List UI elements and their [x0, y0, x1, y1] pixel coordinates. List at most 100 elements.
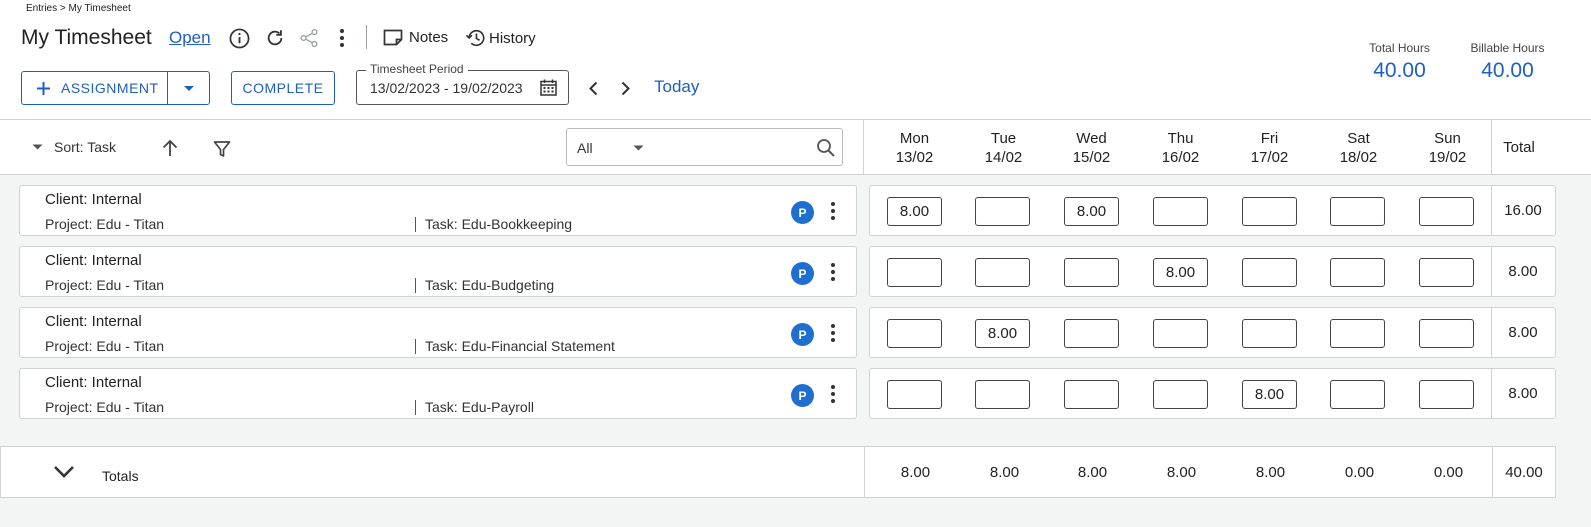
search-icon[interactable]	[816, 138, 836, 158]
next-period-button[interactable]	[616, 78, 634, 98]
hours-row	[869, 368, 1491, 419]
row-more-options-icon[interactable]	[830, 201, 836, 221]
hours-input-sun[interactable]	[1419, 258, 1474, 287]
project-label: Project: Edu - Titan	[45, 338, 165, 354]
project-label: Project: Edu - Titan	[45, 399, 165, 415]
task-label: Task: Edu-Financial Statement	[425, 338, 615, 354]
row-total: 8.00	[1508, 263, 1538, 280]
filter-icon	[213, 141, 231, 157]
timesheet-period-legend: Timesheet Period	[366, 62, 468, 76]
hours-input-thu[interactable]	[1153, 319, 1208, 348]
share-icon[interactable]	[298, 27, 320, 49]
hours-input-sat[interactable]	[1330, 197, 1385, 226]
row-total: 8.00	[1508, 324, 1538, 341]
notes-button[interactable]: Notes	[383, 28, 448, 46]
hours-input-mon[interactable]	[887, 197, 942, 226]
total-hours-value: 40.00	[1373, 59, 1426, 82]
status-badge[interactable]: P	[791, 323, 814, 346]
hours-input-sun[interactable]	[1419, 380, 1474, 409]
hours-input-wed[interactable]	[1064, 319, 1119, 348]
add-assignment-button[interactable]: ASSIGNMENT	[22, 72, 168, 104]
day-header-mon: Mon 13/02	[895, 130, 934, 166]
sort-dropdown[interactable]: Sort: Task	[32, 139, 116, 155]
refresh-icon[interactable]	[264, 27, 286, 49]
billable-hours-value: 40.00	[1481, 59, 1534, 82]
hours-input-tue[interactable]	[975, 319, 1030, 348]
hours-input-sun[interactable]	[1419, 319, 1474, 348]
task-row[interactable]: Client: Internal Project: Edu - Titan Task…	[19, 368, 857, 419]
hours-input-fri[interactable]	[1242, 380, 1297, 409]
billable-hours-summary: Billable Hours 40.00	[1459, 41, 1556, 83]
hours-input-fri[interactable]	[1242, 258, 1297, 287]
hours-input-tue[interactable]	[975, 258, 1030, 287]
toolbar-divider	[366, 25, 367, 49]
row-more-options-icon[interactable]	[830, 384, 836, 404]
today-button[interactable]: Today	[654, 77, 699, 97]
assignment-dropdown-button[interactable]	[168, 72, 209, 104]
hours-input-fri[interactable]	[1242, 197, 1297, 226]
hours-input-sat[interactable]	[1330, 258, 1385, 287]
row-separator	[415, 400, 416, 415]
more-options-icon[interactable]	[334, 27, 350, 49]
hours-input-thu[interactable]	[1153, 197, 1208, 226]
page-title: My Timesheet	[21, 26, 152, 49]
hours-input-thu[interactable]	[1153, 258, 1208, 287]
timesheet-column-header: Sort: Task All Mon 13/02 Tue 14/02 Wed 15/0…	[0, 120, 1591, 175]
hours-input-sat[interactable]	[1330, 380, 1385, 409]
total-column-header: Total	[1503, 139, 1535, 156]
status-link[interactable]: Open	[169, 28, 211, 48]
hours-input-mon[interactable]	[887, 319, 942, 348]
complete-button[interactable]: COMPLETE	[231, 71, 335, 105]
totals-row: Totals 8.00 8.00 8.00 8.00 8.00 0.00 0.0…	[0, 446, 1556, 498]
day-header-sun: Sun 19/02	[1428, 130, 1467, 166]
hours-input-sun[interactable]	[1419, 197, 1474, 226]
filter-select[interactable]: All	[577, 140, 661, 156]
task-row[interactable]: Client: Internal Project: Edu - Titan Task…	[19, 307, 857, 358]
day-total-mon: 8.00	[900, 464, 931, 481]
hours-input-fri[interactable]	[1242, 319, 1297, 348]
row-total: 8.00	[1508, 385, 1538, 402]
status-badge[interactable]: P	[791, 384, 814, 407]
client-label: Client: Internal	[45, 252, 142, 269]
task-row[interactable]: Client: Internal Project: Edu - Titan Task…	[19, 185, 857, 236]
timesheet-period-field[interactable]: Timesheet Period 13/02/2023 - 19/02/2023	[356, 62, 569, 105]
row-total-cell: 8.00	[1491, 246, 1556, 297]
info-icon[interactable]	[228, 27, 250, 49]
hours-input-wed[interactable]	[1064, 258, 1119, 287]
plus-icon	[37, 81, 50, 95]
task-row[interactable]: Client: Internal Project: Edu - Titan Task…	[19, 246, 857, 297]
row-more-options-icon[interactable]	[830, 262, 836, 282]
row-separator	[415, 217, 416, 232]
day-total-sun: 0.00	[1433, 464, 1464, 481]
hours-input-wed[interactable]	[1064, 197, 1119, 226]
task-label: Task: Edu-Payroll	[425, 399, 534, 415]
breadcrumb: Entries > My Timesheet	[26, 3, 131, 14]
row-more-options-icon[interactable]	[830, 323, 836, 343]
hours-row	[869, 246, 1491, 297]
history-label: History	[489, 29, 536, 47]
hours-input-mon[interactable]	[887, 258, 942, 287]
day-header-fri: Fri 17/02	[1250, 130, 1289, 166]
status-badge[interactable]: P	[791, 201, 814, 224]
hours-input-wed[interactable]	[1064, 380, 1119, 409]
chevron-down-icon[interactable]	[53, 465, 75, 478]
filter-button[interactable]	[212, 139, 232, 159]
caret-down-icon	[633, 145, 644, 151]
timesheet-period-value: 13/02/2023 - 19/02/2023	[370, 80, 523, 96]
hours-input-mon[interactable]	[887, 380, 942, 409]
task-label: Task: Edu-Bookkeeping	[425, 216, 573, 232]
row-total-cell: 8.00	[1491, 307, 1556, 358]
day-header-tue: Tue 14/02	[984, 130, 1023, 166]
day-total-tue: 8.00	[989, 464, 1020, 481]
day-total-sat: 0.00	[1344, 464, 1375, 481]
row-separator	[415, 339, 416, 354]
hours-input-sat[interactable]	[1330, 319, 1385, 348]
sort-direction-button[interactable]	[160, 138, 180, 158]
hours-input-tue[interactable]	[975, 380, 1030, 409]
previous-period-button[interactable]	[584, 78, 602, 98]
history-button[interactable]: History	[465, 28, 536, 48]
calendar-icon[interactable]	[540, 79, 557, 96]
hours-input-thu[interactable]	[1153, 380, 1208, 409]
status-badge[interactable]: P	[791, 262, 814, 285]
hours-input-tue[interactable]	[975, 197, 1030, 226]
